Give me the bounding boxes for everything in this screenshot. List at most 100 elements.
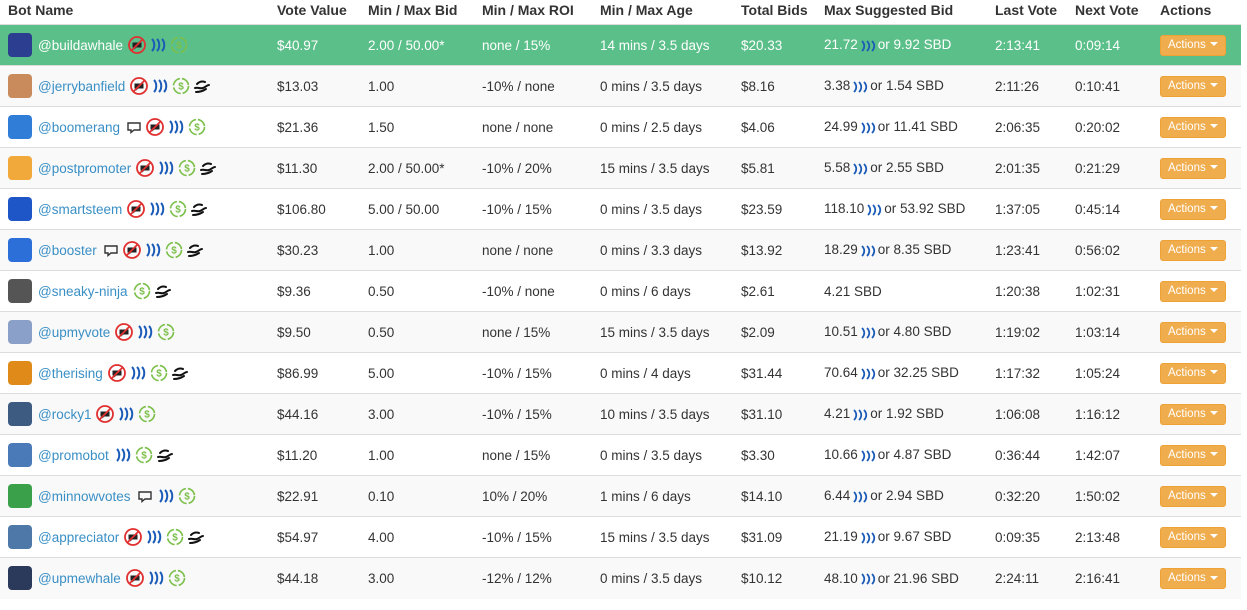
- next-vote: 1:02:31: [1075, 283, 1121, 299]
- actions-dropdown-button[interactable]: Actions: [1160, 444, 1226, 466]
- refund-dollar-icon: $: [135, 446, 153, 464]
- bot-name-link[interactable]: @jerrybanfield: [38, 79, 125, 94]
- svg-text:$: $: [184, 164, 190, 175]
- header-max-suggested-bid[interactable]: Max Suggested Bid: [816, 0, 987, 25]
- hand-icon: [171, 364, 189, 382]
- actions-button-label: Actions: [1168, 120, 1206, 133]
- min-max-roi: none / none: [482, 242, 554, 258]
- actions-cell: Actions: [1152, 230, 1241, 271]
- max-suggested-bid: 4.21 SBD: [816, 271, 987, 312]
- actions-dropdown-button[interactable]: Actions: [1160, 403, 1226, 425]
- bot-name-link[interactable]: @boomerang: [38, 120, 120, 135]
- bot-name-link[interactable]: @postpromoter: [38, 161, 131, 176]
- hand-icon: [156, 446, 174, 464]
- header-min-max-bid[interactable]: Min / Max Bid: [360, 0, 474, 25]
- steem-icon: [860, 572, 876, 586]
- total-bids: $14.10: [741, 488, 783, 504]
- svg-text:$: $: [139, 287, 145, 298]
- actions-dropdown-button[interactable]: Actions: [1160, 75, 1226, 97]
- actions-cell: Actions: [1152, 517, 1241, 558]
- total-bids: $5.81: [741, 160, 775, 176]
- table-header-row: Bot Name Vote Value Min / Max Bid Min / …: [0, 0, 1241, 25]
- bot-name-link[interactable]: @promobot: [38, 448, 109, 463]
- min-max-roi: -10% / 15%: [482, 406, 552, 422]
- bot-name-cell: @jerrybanfield $: [0, 66, 269, 107]
- actions-dropdown-button[interactable]: Actions: [1160, 198, 1226, 220]
- table-row: @appreciator $ $54.97 4.00 -10% / 15% 15…: [0, 516, 1241, 558]
- header-min-max-roi[interactable]: Min / Max ROI: [474, 0, 592, 25]
- steem-icon: [149, 36, 167, 54]
- steem-icon: [860, 367, 876, 381]
- min-max-roi: -10% / 15%: [482, 201, 552, 217]
- max-suggested-bid: 21.72 or 9.92 SBD: [816, 25, 987, 66]
- refund-dollar-icon: $: [133, 282, 151, 300]
- header-next-vote[interactable]: Next Vote: [1067, 0, 1152, 25]
- actions-cell: Actions: [1152, 148, 1241, 189]
- steem-icon: [852, 408, 868, 422]
- header-last-vote[interactable]: Last Vote: [987, 0, 1067, 25]
- header-total-bids[interactable]: Total Bids: [733, 0, 816, 25]
- bot-name-link[interactable]: @upmewhale: [38, 571, 121, 586]
- no-comment-icon: [115, 323, 134, 341]
- actions-dropdown-button[interactable]: Actions: [1160, 362, 1226, 384]
- actions-dropdown-button[interactable]: Actions: [1160, 280, 1226, 302]
- actions-dropdown-button[interactable]: Actions: [1160, 116, 1226, 138]
- steem-icon: [145, 528, 163, 546]
- actions-cell: Actions: [1152, 107, 1241, 148]
- bot-name-link[interactable]: @sneaky-ninja: [38, 284, 128, 299]
- min-max-age: 0 mins / 3.5 days: [600, 570, 703, 586]
- bot-name-link[interactable]: @upmyvote: [38, 325, 110, 340]
- actions-dropdown-button[interactable]: Actions: [1160, 567, 1226, 589]
- min-max-age: 14 mins / 3.5 days: [600, 37, 710, 53]
- table-row: @rocky1 $ $44.16 3.00 -10% / 15% 10 mins…: [0, 393, 1241, 435]
- steem-icon: [852, 490, 868, 504]
- actions-dropdown-button[interactable]: Actions: [1160, 485, 1226, 507]
- actions-dropdown-button[interactable]: Actions: [1160, 157, 1226, 179]
- bot-name-link[interactable]: @appreciator: [38, 530, 119, 545]
- caret-down-icon: [1209, 206, 1218, 211]
- header-min-max-age[interactable]: Min / Max Age: [592, 0, 733, 25]
- min-max-bid: 3.00: [368, 406, 395, 422]
- max-suggested-bid: 24.99 or 11.41 SBD: [816, 107, 987, 148]
- max-suggested-bid: 70.64 or 32.25 SBD: [816, 353, 987, 394]
- vote-value: $13.03: [277, 78, 319, 94]
- min-max-bid: 2.00 / 50.00*: [368, 37, 445, 53]
- next-vote: 0:21:29: [1075, 160, 1121, 176]
- suggested-sbd-value: or 21.96 SBD: [877, 570, 959, 586]
- next-vote: 0:45:14: [1075, 201, 1121, 217]
- svg-text:$: $: [156, 369, 162, 380]
- bot-name-link[interactable]: @smartsteem: [38, 202, 122, 217]
- table-row: @buildawhale $ $40.97 2.00 / 50.00* none…: [0, 24, 1241, 66]
- actions-dropdown-button[interactable]: Actions: [1160, 239, 1226, 261]
- actions-dropdown-button[interactable]: Actions: [1160, 321, 1226, 343]
- header-vote-value[interactable]: Vote Value: [269, 0, 360, 25]
- avatar: [8, 443, 32, 467]
- actions-dropdown-button[interactable]: Actions: [1160, 526, 1226, 548]
- bot-name-link[interactable]: @booster: [38, 243, 97, 258]
- hand-icon: [154, 282, 172, 300]
- actions-cell: Actions: [1152, 353, 1241, 394]
- min-max-age: 0 mins / 6 days: [600, 283, 691, 299]
- suggested-sbd-value: 4.21 SBD: [824, 283, 882, 299]
- steem-icon: [147, 569, 165, 587]
- caret-down-icon: [1209, 124, 1218, 129]
- bot-name-link[interactable]: @rocky1: [38, 407, 91, 422]
- steem-icon: [852, 162, 868, 176]
- suggested-sbd-value: or 32.25 SBD: [877, 365, 959, 381]
- refund-dollar-icon: $: [170, 36, 188, 54]
- caret-down-icon: [1209, 534, 1218, 539]
- avatar: [8, 238, 32, 262]
- next-vote: 1:03:14: [1075, 324, 1121, 340]
- steem-icon: [117, 405, 135, 423]
- bot-table-body: @buildawhale $ $40.97 2.00 / 50.00* none…: [0, 24, 1241, 599]
- bot-name-link[interactable]: @buildawhale: [38, 38, 123, 53]
- header-actions: Actions: [1160, 2, 1212, 18]
- bot-name-link[interactable]: @minnowvotes: [38, 489, 131, 504]
- max-suggested-bid: 10.66 or 4.87 SBD: [816, 435, 987, 476]
- header-bot-name[interactable]: Bot Name: [0, 0, 269, 25]
- svg-text:$: $: [141, 451, 147, 462]
- bot-name-link[interactable]: @therising: [38, 366, 103, 381]
- next-vote: 1:16:12: [1075, 406, 1121, 422]
- actions-cell: Actions: [1152, 394, 1241, 435]
- actions-dropdown-button[interactable]: Actions: [1160, 34, 1226, 56]
